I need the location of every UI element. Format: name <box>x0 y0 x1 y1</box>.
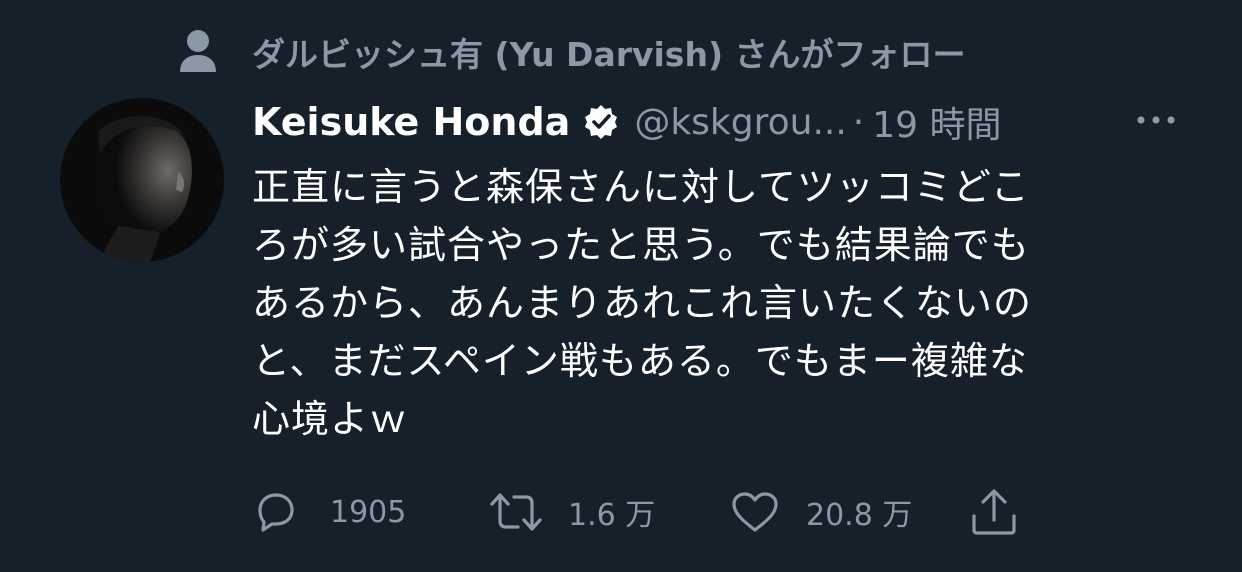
person-icon <box>174 24 222 80</box>
social-context[interactable]: ダルビッシュ有 (Yu Darvish) さんがフォロー <box>174 24 966 80</box>
tweet-text-line: 心境よｗ <box>252 397 409 441</box>
reply-count: 1905 <box>330 494 407 530</box>
tweet-header: Keisuke Honda @kskgrou... · 19 時間 <box>252 94 1002 150</box>
tweet-text-line: ろが多い試合やったと思う。でも結果論でも <box>252 223 1030 267</box>
user-handle[interactable]: @kskgrou... <box>634 102 846 143</box>
tweet-text: 正直に言うと森保さんに対してツッコミどこ ろが多い試合やったと思う。でも結果論で… <box>252 158 1152 448</box>
timestamp[interactable]: 19 時間 <box>872 96 1001 148</box>
reply-icon <box>258 493 294 532</box>
display-name[interactable]: Keisuke Honda <box>252 100 570 144</box>
tweet-text-line: と、まだスペイン戦もある。でもまー複雑な <box>252 339 1028 383</box>
verified-badge-icon <box>585 105 618 139</box>
reply-button[interactable]: 1905 <box>252 484 406 540</box>
retweet-icon <box>490 493 542 531</box>
separator-dot: · <box>852 101 865 143</box>
more-options-icon[interactable] <box>1134 110 1178 130</box>
social-context-text: ダルビッシュ有 (Yu Darvish) さんがフォロー <box>252 35 966 74</box>
heart-icon <box>732 492 778 532</box>
like-count: 20.8 万 <box>806 498 913 533</box>
retweet-button[interactable]: 1.6 万 <box>488 484 655 540</box>
share-icon <box>972 489 1016 535</box>
tweet-text-line: 正直に言うと森保さんに対してツッコミどこ <box>252 165 1030 209</box>
avatar[interactable] <box>60 98 224 262</box>
retweet-count: 1.6 万 <box>568 498 656 533</box>
like-button[interactable]: 20.8 万 <box>730 484 912 540</box>
tweet-text-line: あるから、あんまりあれこれ言いたくないの <box>252 281 1033 325</box>
share-button[interactable] <box>968 484 1020 540</box>
